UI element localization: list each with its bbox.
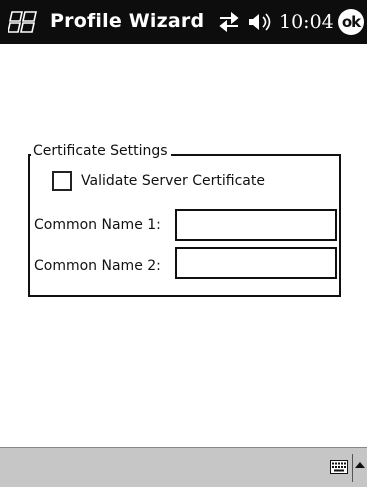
speaker-icon[interactable]: [247, 12, 275, 32]
common-name-2-field[interactable]: [175, 247, 337, 279]
window-title: Profile Wizard: [50, 10, 205, 32]
common-name-1-field[interactable]: [175, 209, 337, 241]
up-arrow-icon[interactable]: [355, 462, 365, 468]
connectivity-arrows-icon[interactable]: [218, 11, 240, 33]
group-title: Certificate Settings: [31, 143, 171, 159]
validate-server-certificate-checkbox[interactable]: [52, 171, 72, 191]
ok-button[interactable]: ok: [338, 9, 364, 35]
keyboard-icon[interactable]: [330, 459, 348, 474]
clock[interactable]: 10:04: [279, 11, 334, 33]
sip-divider: [352, 454, 353, 482]
windows-flag-icon[interactable]: [7, 8, 40, 36]
common-name-2-label: Common Name 2:: [34, 258, 161, 274]
title-bar: Profile Wizard 10:04 ok: [0, 0, 367, 44]
common-name-1-label: Common Name 1:: [34, 217, 161, 233]
taskbar: [0, 447, 367, 487]
validate-server-certificate-label[interactable]: Validate Server Certificate: [81, 173, 265, 189]
